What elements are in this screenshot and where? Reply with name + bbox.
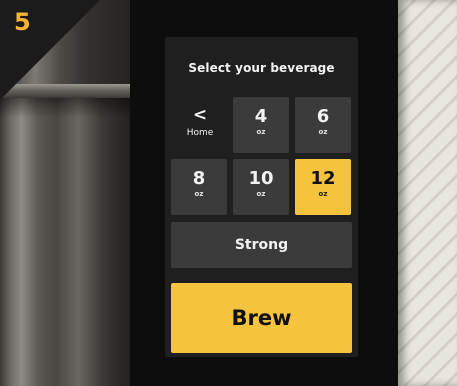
- size-value: 6: [316, 106, 330, 127]
- brewer-metal-lip: [0, 84, 135, 98]
- size-unit: oz: [194, 190, 204, 198]
- chevron-left-icon: <: [192, 105, 208, 125]
- home-button[interactable]: < Home: [175, 97, 225, 153]
- machine-scene: 5 Select your beverage < Home 4 oz 6 oz …: [0, 0, 457, 386]
- size-button-4-oz[interactable]: 4 oz: [233, 97, 289, 153]
- brew-button[interactable]: Brew: [171, 283, 352, 353]
- strong-button[interactable]: Strong: [171, 222, 352, 268]
- brewer-metal-shadow: [0, 98, 135, 118]
- size-unit: oz: [256, 190, 266, 198]
- size-unit: oz: [318, 190, 328, 198]
- size-button-8-oz[interactable]: 8 oz: [171, 159, 227, 215]
- size-value: 8: [192, 168, 206, 189]
- screen-title: Select your beverage: [188, 61, 335, 75]
- size-button-12-oz[interactable]: 12 oz: [295, 159, 351, 215]
- step-number: 5: [14, 8, 31, 36]
- size-unit: oz: [256, 128, 266, 136]
- touch-screen: Select your beverage < Home 4 oz 6 oz 8 …: [165, 37, 358, 357]
- side-panel: [398, 0, 457, 386]
- size-value: 4: [254, 106, 268, 127]
- size-button-10-oz[interactable]: 10 oz: [233, 159, 289, 215]
- size-button-6-oz[interactable]: 6 oz: [295, 97, 351, 153]
- home-label: Home: [186, 128, 214, 138]
- size-value: 12: [310, 168, 336, 189]
- size-value: 10: [248, 168, 274, 189]
- size-unit: oz: [318, 128, 328, 136]
